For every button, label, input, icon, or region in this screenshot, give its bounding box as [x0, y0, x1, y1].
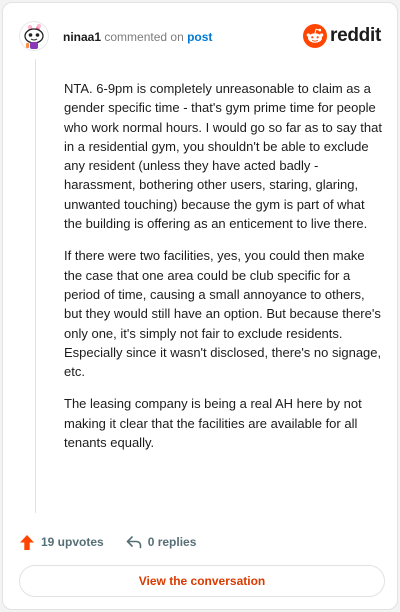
username[interactable]: ninaa1 [63, 30, 101, 44]
comment-byline: ninaa1 commented on post [63, 30, 212, 44]
view-conversation-button[interactable]: View the conversation [19, 565, 385, 597]
comment-paragraph: NTA. 6-9pm is completely unreasonable to… [64, 81, 382, 232]
upvote-button[interactable]: 19 upvotes [19, 534, 104, 551]
comment-body: NTA. 6-9pm is completely unreasonable to… [64, 79, 384, 465]
reddit-brand[interactable]: reddit [303, 24, 381, 48]
brand-wordmark: reddit [330, 25, 381, 46]
reply-arrow-icon [126, 536, 142, 549]
comment-footer: 19 upvotes 0 replies [19, 531, 196, 553]
reply-count: 0 replies [147, 535, 197, 549]
replies-button[interactable]: 0 replies [126, 535, 197, 549]
upvote-arrow-icon [20, 534, 34, 550]
reddit-logo-icon [303, 24, 328, 48]
thread-line [35, 59, 36, 513]
action-text: commented on [104, 30, 184, 44]
comment-paragraph: The leasing company is being a real AH h… [64, 396, 362, 451]
comment-card: ninaa1 commented on post reddit NTA. 6-9… [2, 2, 398, 610]
upvote-count: 19 upvotes [41, 535, 104, 549]
snoo-avatar-icon[interactable] [19, 21, 49, 51]
comment-paragraph: If there were two facilities, yes, you c… [64, 248, 382, 380]
comment-header: ninaa1 commented on post reddit [19, 21, 381, 51]
post-link[interactable]: post [187, 30, 212, 44]
